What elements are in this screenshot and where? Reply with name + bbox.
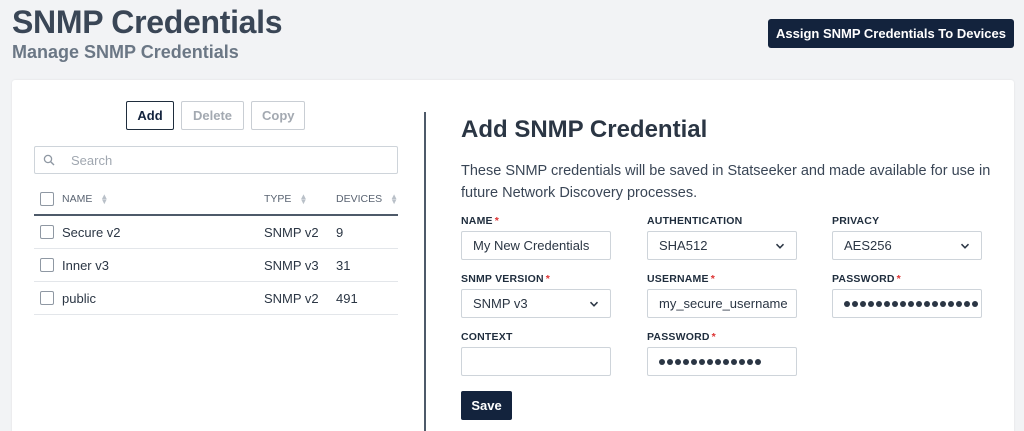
select-all-checkbox[interactable] [40,192,54,206]
authentication-select[interactable]: SHA512 [647,231,797,260]
name-input[interactable]: My New Credentials [461,231,611,260]
password-dot [892,300,898,307]
credentials-card: Add Delete Copy NAME ▲▼ TYPE ▲▼ DEVICES … [12,80,1014,431]
table-row[interactable]: Inner v3 SNMP v3 31 [34,249,398,282]
page-subtitle: Manage SNMP Credentials [12,42,239,62]
row-name: Secure v2 [62,224,121,240]
password-dot [707,358,713,365]
assign-credentials-button[interactable]: Assign SNMP Credentials To Devices [768,19,1014,48]
password-dot [691,358,697,365]
row-type: SNMP v3 [264,257,319,273]
copy-button[interactable]: Copy [251,101,305,130]
password-dot [860,300,866,307]
row-devices: 9 [336,224,344,240]
context-field-group: CONTEXT [461,331,611,376]
chevron-down-icon [960,243,970,249]
row-devices: 491 [336,290,358,306]
form-title: Add SNMP Credential [461,116,708,143]
context-label: CONTEXT [461,331,513,343]
list-toolbar: Add Delete Copy [126,101,305,130]
delete-button[interactable]: Delete [181,101,244,130]
sort-icon: ▲ ▼ [100,192,109,206]
authentication-field-group: AUTHENTICATION SHA512 [647,215,797,260]
save-button[interactable]: Save [461,391,512,420]
password-dot [699,358,705,365]
auth-password-label: PASSWORD * [647,331,716,343]
password-dot [755,358,761,365]
chevron-down-icon [775,243,785,249]
password-dot [932,300,938,307]
table-row[interactable]: public SNMP v2 491 [34,282,398,315]
row-checkbox[interactable] [40,225,54,239]
page-title: SNMP Credentials [12,4,283,40]
privacy-password-field-group: PASSWORD * [832,273,982,318]
privacy-label: PRIVACY [832,215,880,227]
password-dot [924,300,930,307]
auth-password-field-group: PASSWORD * [647,331,797,376]
password-dot [868,300,874,307]
password-dot [972,300,978,307]
password-dot [948,300,954,307]
password-dot [675,358,681,365]
password-dot [884,300,890,307]
column-name[interactable]: NAME ▲ ▼ [62,192,264,206]
privacy-password-label: PASSWORD * [832,273,901,285]
snmp-version-field-group: SNMP VERSION * SNMP v3 [461,273,611,318]
password-dot [715,358,721,365]
search-input[interactable] [71,152,371,168]
chevron-down-icon [589,301,599,307]
username-field-group: USERNAME * my_secure_username [647,273,797,318]
privacy-field-group: PRIVACY AES256 [832,215,982,260]
password-dot [900,300,906,307]
row-name: Inner v3 [62,257,109,273]
add-button[interactable]: Add [126,101,174,130]
row-name: public [62,290,96,306]
sort-icon: ▲ ▼ [390,192,399,206]
row-checkbox[interactable] [40,291,54,305]
password-dot [683,358,689,365]
row-devices: 31 [336,257,351,273]
password-dot [659,358,665,365]
password-dot [876,300,882,307]
name-label: NAME * [461,215,500,227]
password-dot [723,358,729,365]
password-dot [731,358,737,365]
privacy-select[interactable]: AES256 [832,231,982,260]
password-dot [667,358,673,365]
column-type[interactable]: TYPE ▲ ▼ [264,192,336,206]
username-input[interactable]: my_secure_username [647,289,797,318]
password-dot [844,300,850,307]
form-description: These SNMP credentials will be saved in … [461,163,991,201]
sort-icon: ▲ ▼ [299,192,308,206]
row-type: SNMP v2 [264,290,319,306]
snmp-version-select[interactable]: SNMP v3 [461,289,611,318]
snmp-version-label: SNMP VERSION * [461,273,551,285]
column-devices[interactable]: DEVICES ▲ ▼ [336,192,399,206]
password-dot [747,358,753,365]
table-row[interactable]: Secure v2 SNMP v2 9 [34,216,398,249]
password-dot [940,300,946,307]
password-dot [964,300,970,307]
password-dot [916,300,922,307]
name-field-group: NAME * My New Credentials [461,215,611,260]
context-input[interactable] [461,347,611,376]
row-type: SNMP v2 [264,224,319,240]
panel-divider [424,112,426,431]
credentials-table: NAME ▲ ▼ TYPE ▲ ▼ DEVICES ▲ ▼ Secure v2 SNM… [34,184,398,315]
authentication-label: AUTHENTICATION [647,215,743,227]
auth-password-input[interactable] [647,347,797,376]
row-checkbox[interactable] [40,258,54,272]
password-dot [956,300,962,307]
password-dot [739,358,745,365]
password-mask [844,300,978,307]
password-dot [852,300,858,307]
username-label: USERNAME * [647,273,715,285]
table-header: NAME ▲ ▼ TYPE ▲ ▼ DEVICES ▲ ▼ [34,184,398,216]
search-box [34,146,398,174]
password-dot [908,300,914,307]
privacy-password-input[interactable] [832,289,982,318]
search-icon [43,154,55,166]
password-mask [659,358,761,365]
